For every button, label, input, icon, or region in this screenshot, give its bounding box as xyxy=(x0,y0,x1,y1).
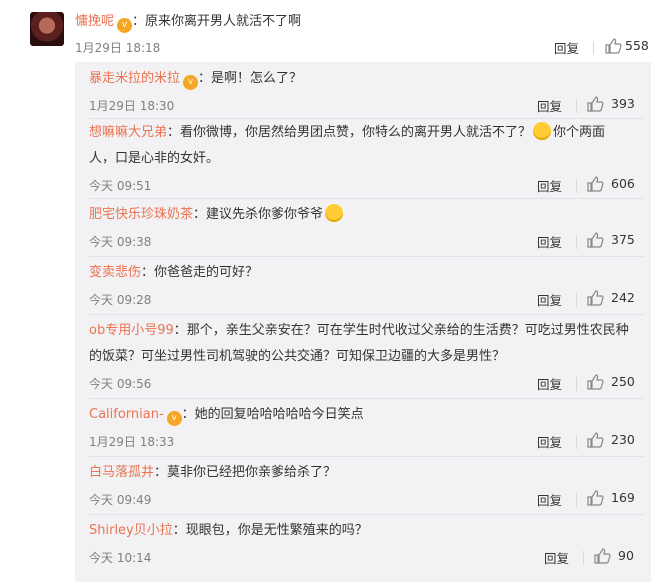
like-count: 558 xyxy=(625,38,649,53)
username-link[interactable]: 慵挽呢 xyxy=(75,14,114,29)
username-link[interactable]: 变卖悲伤 xyxy=(89,265,141,280)
reply-button[interactable]: 回复 xyxy=(554,38,579,57)
reply-button[interactable]: 回复 xyxy=(537,432,562,451)
like-count: 242 xyxy=(611,290,635,305)
reply-text: ：是啊！怎么了？ xyxy=(198,71,303,86)
divider xyxy=(576,493,577,507)
thumbs-up-icon[interactable] xyxy=(586,431,604,449)
divider xyxy=(576,99,577,113)
comment-thread: 慵挽呢 v ：原来你离开男人就活不了啊 1月29日 18:18 回复 558 暴走米… xyxy=(0,0,651,582)
top-comment: 慵挽呢 v ：原来你离开男人就活不了啊 1月29日 18:18 回复 558 xyxy=(75,10,649,60)
divider xyxy=(593,41,594,55)
username-link[interactable]: 暴走米拉的米拉 xyxy=(89,71,180,86)
username-link[interactable]: Californian- xyxy=(89,407,164,422)
username-link[interactable]: 想嘛嘛大兄弟 xyxy=(89,125,167,140)
replies-panel: 暴走米拉的米拉 v ：是啊！怎么了？ 1月29日 18:30 回复 393 想嘛嘛大… xyxy=(75,62,651,582)
reply-item: 肥宅快乐珍珠奶茶：建议先杀你爹你爷爷 今天 09:38 回复 375 xyxy=(89,202,644,257)
username-link[interactable]: 白马落孤井 xyxy=(89,465,154,480)
reply-text: ：现眼包，你是无性繁殖来的吗？ xyxy=(172,523,368,538)
like-count: 90 xyxy=(618,548,634,563)
vip-badge-icon: v xyxy=(183,75,199,90)
thumbs-up-icon[interactable] xyxy=(593,547,611,565)
vip-badge-icon: v xyxy=(117,18,133,33)
reply-button[interactable]: 回复 xyxy=(537,176,562,195)
thinking-emoji-icon xyxy=(533,122,552,140)
divider xyxy=(576,293,577,307)
like-count: 375 xyxy=(611,232,635,247)
like-count: 250 xyxy=(611,374,635,389)
reply-text: ：建议先杀你爹你爷爷 xyxy=(193,207,324,222)
username-link[interactable]: Shirley贝小拉 xyxy=(89,523,173,538)
reply-text: ：看你微博，你居然给男团点赞，你特么的离开男人就活不了？ xyxy=(167,125,532,140)
timestamp: 今天 09:56 xyxy=(89,377,152,391)
reply-text: 人，口是心非的女奸。 xyxy=(89,151,220,166)
thumbs-up-icon[interactable] xyxy=(586,95,604,113)
reply-button[interactable]: 回复 xyxy=(544,548,569,567)
username-link[interactable]: ob专用小号99 xyxy=(89,323,174,338)
reply-text: 的饭菜？可坐过男性司机驾驶的公共交通？可知保卫边疆的大多是男性？ xyxy=(89,349,506,364)
comment-text: ：原来你离开男人就活不了啊 xyxy=(132,14,302,29)
reply-button[interactable]: 回复 xyxy=(537,374,562,393)
timestamp: 今天 10:14 xyxy=(89,551,152,565)
timestamp: 今天 09:51 xyxy=(89,179,152,193)
reply-button[interactable]: 回复 xyxy=(537,490,562,509)
reply-item: Californian-v ：她的回复哈哈哈哈哈今日笑点 1月29日 18:33 … xyxy=(89,402,644,457)
divider xyxy=(576,435,577,449)
divider xyxy=(576,235,577,249)
username-link[interactable]: 肥宅快乐珍珠奶茶 xyxy=(89,207,193,222)
reply-item: 想嘛嘛大兄弟：看你微博，你居然给男团点赞，你特么的离开男人就活不了？ 你个两面 人… xyxy=(89,120,644,199)
vip-badge-icon: v xyxy=(166,411,182,426)
reply-button[interactable]: 回复 xyxy=(537,290,562,309)
like-count: 169 xyxy=(611,490,635,505)
reply-item: 白马落孤井：莫非你已经把你亲爹给杀了？ 今天 09:49 回复 169 xyxy=(89,460,644,515)
timestamp: 1月29日 18:33 xyxy=(89,435,175,449)
reply-item: 变卖悲伤：你爸爸走的可好？ 今天 09:28 回复 242 xyxy=(89,260,644,315)
reply-text: ：她的回复哈哈哈哈哈今日笑点 xyxy=(181,407,364,422)
timestamp: 1月29日 18:30 xyxy=(89,99,175,113)
thumbs-up-icon[interactable] xyxy=(586,231,604,249)
like-count: 393 xyxy=(611,96,635,111)
reply-item: ob专用小号99：那个，亲生父亲安在？可在学生时代收过父亲给的生活费？可吃过男性… xyxy=(89,318,644,399)
reply-button[interactable]: 回复 xyxy=(537,96,562,115)
reply-text: ：那个，亲生父亲安在？可在学生时代收过父亲给的生活费？可吃过男性农民种 xyxy=(173,323,629,338)
avatar[interactable] xyxy=(30,12,64,46)
reply-button[interactable]: 回复 xyxy=(537,232,562,251)
thumbs-up-icon[interactable] xyxy=(586,289,604,307)
divider xyxy=(576,179,577,193)
comment-meta: 1月29日 18:18 回复 558 xyxy=(75,34,649,60)
reply-text: ：你爸爸走的可好？ xyxy=(141,265,259,280)
thumbs-up-icon[interactable] xyxy=(604,37,622,55)
timestamp: 1月29日 18:18 xyxy=(75,41,161,55)
thumbs-up-icon[interactable] xyxy=(586,489,604,507)
thumbs-up-icon[interactable] xyxy=(586,373,604,391)
reply-item: 暴走米拉的米拉 v ：是啊！怎么了？ 1月29日 18:30 回复 393 xyxy=(89,66,644,119)
thumbs-up-icon[interactable] xyxy=(586,175,604,193)
reply-text: ：莫非你已经把你亲爹给杀了？ xyxy=(154,465,337,480)
like-count: 230 xyxy=(611,432,635,447)
like-count: 606 xyxy=(611,176,635,191)
reply-text: 你个两面 xyxy=(553,125,606,140)
divider xyxy=(583,551,584,565)
divider xyxy=(576,377,577,391)
timestamp: 今天 09:49 xyxy=(89,493,152,507)
timestamp: 今天 09:38 xyxy=(89,235,152,249)
timestamp: 今天 09:28 xyxy=(89,293,152,307)
reply-item: Shirley贝小拉：现眼包，你是无性繁殖来的吗？ 今天 10:14 回复 90 xyxy=(89,518,644,574)
surprised-emoji-icon xyxy=(325,204,344,222)
